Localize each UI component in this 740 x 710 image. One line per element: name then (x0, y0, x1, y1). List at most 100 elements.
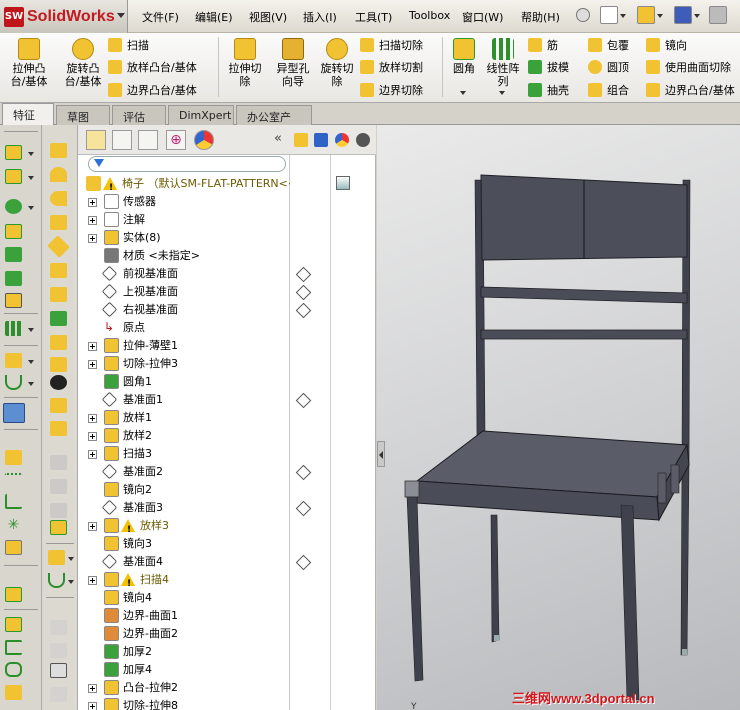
surface-fill-icon[interactable] (50, 520, 67, 535)
display-mode-icon[interactable] (314, 133, 328, 147)
curves-icon[interactable] (5, 375, 22, 390)
tree-item[interactable]: 镜向2 (78, 481, 290, 499)
expand-icon[interactable] (88, 234, 97, 243)
expand-icon[interactable] (88, 432, 97, 441)
lofted-cut-button[interactable]: 放样切割 (360, 59, 423, 75)
hole-icon[interactable] (5, 293, 22, 308)
expand-icon[interactable] (88, 342, 97, 351)
construction-line-icon[interactable] (5, 473, 22, 488)
swept-cut-button[interactable]: 扫描切除 (360, 37, 423, 53)
split-line-icon[interactable] (5, 640, 22, 655)
extrude-boss-button[interactable]: 拉伸凸 台/基体 (4, 38, 54, 88)
instant3d-icon[interactable] (5, 540, 22, 555)
chamfer-icon[interactable] (5, 224, 22, 239)
print-icon[interactable] (709, 6, 727, 24)
chevron-down-icon[interactable] (28, 328, 34, 332)
chevron-down-icon[interactable] (68, 580, 74, 584)
shell-button[interactable]: 抽壳 (528, 82, 569, 98)
surface-extrude-icon[interactable] (5, 587, 22, 602)
chevron-down-icon[interactable] (28, 360, 34, 364)
tree-item[interactable]: 凸台-拉伸2 (78, 679, 290, 697)
display-tool-icon[interactable] (50, 663, 67, 678)
tab-sketch[interactable]: 草图 (56, 105, 110, 125)
feature-manager-tab-icon[interactable] (86, 130, 106, 150)
collapse-handle[interactable] (377, 441, 385, 467)
save-icon[interactable] (674, 6, 700, 24)
collapse-panel-icon[interactable]: « (274, 131, 282, 146)
rib-icon[interactable] (50, 263, 67, 278)
tree-item[interactable]: ! 放样3 (78, 517, 290, 535)
smart-dimension-icon[interactable] (5, 450, 22, 465)
menu-insert[interactable]: 插入(I) (303, 9, 337, 25)
menu-file[interactable]: 文件(F) (142, 9, 179, 25)
dimxpert-tab-icon[interactable]: ⊕ (166, 130, 186, 150)
surface-cut-button[interactable]: 使用曲面切除 (646, 59, 731, 75)
tree-item[interactable]: 切除-拉伸8 (78, 697, 290, 710)
new-document-icon[interactable] (600, 6, 626, 24)
linear-pattern-button[interactable]: 线性阵 列 (482, 38, 524, 88)
appearance-icon[interactable] (335, 133, 349, 147)
chevron-down-icon[interactable] (117, 13, 125, 18)
draft-icon[interactable] (5, 271, 22, 286)
tree-root[interactable]: ! 椅子 （默认SM-FLAT-PATTERN<< (78, 175, 297, 193)
menu-help[interactable]: 帮助(H) (521, 9, 560, 25)
tree-item[interactable]: 放样1 (78, 409, 290, 427)
boundary-boss-button[interactable]: 边界凸台/基体 (108, 82, 197, 98)
rib-button[interactable]: 筋 (528, 37, 558, 53)
tab-office-products[interactable]: 办公室产品 (236, 105, 312, 140)
chevron-down-icon[interactable] (68, 557, 74, 561)
boundary-icon[interactable] (47, 235, 70, 258)
pin-icon[interactable] (576, 8, 590, 22)
expand-icon[interactable] (88, 450, 97, 459)
chevron-down-icon[interactable] (499, 91, 505, 95)
chevron-down-icon[interactable] (28, 206, 34, 210)
tree-item[interactable]: 基准面3 (78, 499, 290, 517)
helix-icon[interactable] (5, 662, 22, 677)
expand-icon[interactable] (88, 360, 97, 369)
flex-icon[interactable] (50, 357, 67, 372)
open-folder-icon[interactable] (637, 6, 663, 24)
tree-item[interactable]: 加厚2 (78, 643, 290, 661)
chevron-down-icon[interactable] (28, 152, 34, 156)
linear-pattern-icon[interactable] (5, 321, 22, 336)
tree-item[interactable]: 注解 (78, 211, 290, 229)
chevron-down-icon[interactable] (28, 176, 34, 180)
expand-icon[interactable] (88, 684, 97, 693)
boundary-surface-icon[interactable] (5, 617, 22, 632)
tree-item[interactable]: 放样2 (78, 427, 290, 445)
tree-item[interactable]: 边界-曲面2 (78, 625, 290, 643)
chevron-down-icon[interactable] (460, 91, 466, 95)
expand-icon[interactable] (88, 576, 97, 585)
tree-item[interactable]: 前视基准面 (78, 265, 290, 283)
tree-item[interactable]: 上视基准面 (78, 283, 290, 301)
tree-item[interactable]: 加厚4 (78, 661, 290, 679)
tree-item[interactable]: 基准面2 (78, 463, 290, 481)
composite-curve-icon[interactable] (48, 573, 65, 588)
sketch-icon[interactable] (3, 403, 25, 423)
thicken-icon[interactable] (5, 685, 22, 700)
tree-item[interactable]: 圆角1 (78, 373, 290, 391)
dome-button[interactable]: 圆顶 (588, 59, 629, 75)
tree-item[interactable]: ↳ 原点 (78, 319, 290, 337)
freeform-icon[interactable] (50, 335, 67, 350)
menu-edit[interactable]: 编辑(E) (195, 9, 233, 25)
mirror-button[interactable]: 镜向 (646, 37, 687, 53)
fillet-icon[interactable] (5, 199, 22, 214)
tree-item[interactable]: 扫描3 (78, 445, 290, 463)
expand-icon[interactable] (88, 414, 97, 423)
expand-icon[interactable] (88, 702, 97, 710)
chevron-down-icon[interactable] (28, 382, 34, 386)
tree-item[interactable]: 边界-曲面1 (78, 607, 290, 625)
boundary-boss-button-2[interactable]: 边界凸台/基体 (646, 82, 735, 98)
transparency-icon[interactable] (356, 133, 370, 147)
display-manager-tab-icon[interactable] (194, 130, 214, 150)
reference-geometry-icon[interactable] (5, 353, 22, 368)
tab-evaluate[interactable]: 评估 (112, 105, 166, 125)
expand-icon[interactable] (88, 198, 97, 207)
loft-boss-button[interactable]: 放样凸台/基体 (108, 59, 197, 75)
sweep-icon[interactable] (50, 191, 67, 206)
menu-tools[interactable]: 工具(T) (355, 9, 392, 25)
app-logo[interactable]: SW SolidWorks (0, 0, 128, 33)
revolve-boss-button[interactable]: 旋转凸 台/基体 (56, 38, 110, 88)
combine-button[interactable]: 组合 (588, 82, 629, 98)
